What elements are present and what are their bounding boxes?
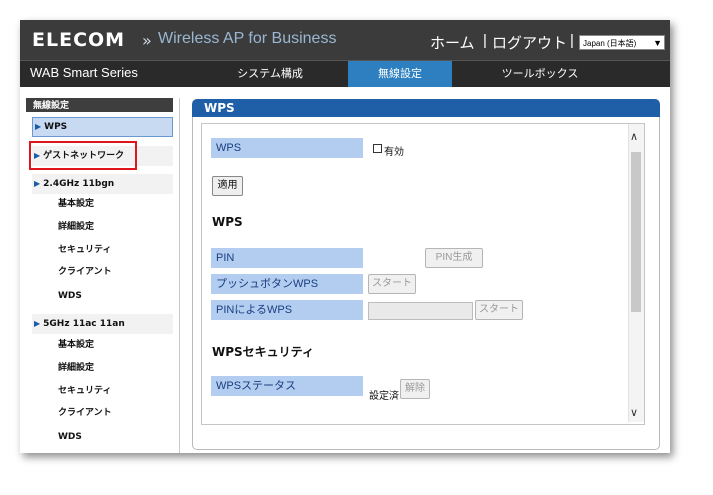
- release-button[interactable]: 解除: [400, 379, 430, 399]
- tab-wireless-settings[interactable]: 無線設定: [348, 61, 452, 87]
- wps-enable-checkbox[interactable]: [373, 144, 382, 153]
- scroll-thumb[interactable]: [631, 152, 641, 312]
- wps-enable-label: 有効: [384, 147, 404, 158]
- series-title: WAB Smart Series: [30, 65, 138, 80]
- push-start-button[interactable]: スタート: [368, 274, 416, 294]
- tab-system-config[interactable]: システム構成: [200, 61, 340, 87]
- sidebar-item-24-wds[interactable]: WDS: [32, 286, 173, 306]
- guest-network-highlight-box: [29, 141, 137, 170]
- sidebar-item-5-client[interactable]: クライアント: [32, 403, 173, 423]
- settings-scroll-area: WPS 有効 適用 WPS PIN PIN生成 プッシュボタンWPS スタート …: [201, 123, 645, 425]
- dropdown-icon: ▼: [653, 38, 662, 48]
- sidebar-item-24ghz[interactable]: ▶ 2.4GHz 11bgn: [32, 174, 173, 194]
- sidebar-item-label: 2.4GHz 11bgn: [43, 179, 115, 189]
- product-title: Wireless AP for Business: [158, 30, 337, 47]
- pin-label: PIN: [211, 248, 363, 268]
- triangle-icon: ▶: [34, 319, 41, 328]
- wps-label: WPS: [211, 138, 363, 158]
- page-title: WPS: [192, 99, 660, 117]
- nav-bar: WAB Smart Series システム構成 無線設定 ツールボックス: [20, 60, 670, 87]
- scrollbar[interactable]: ∧ ∨: [628, 124, 644, 422]
- triangle-icon: ▶: [34, 179, 41, 188]
- sidebar-item-24-security[interactable]: セキュリティ: [32, 240, 173, 260]
- sidebar-item-5-advanced[interactable]: 詳細設定: [32, 358, 173, 378]
- sidebar-item-label: WPS: [44, 122, 68, 132]
- logout-link[interactable]: ログアウト: [492, 32, 567, 53]
- elecom-logo: ELECOM: [32, 29, 126, 51]
- sidebar-item-24-advanced[interactable]: 詳細設定: [32, 217, 173, 237]
- wps-status-value: 設定済: [369, 391, 399, 402]
- header-divider: |: [483, 32, 487, 49]
- language-value: Japan (日本語): [583, 39, 637, 48]
- wps-section-heading: WPS: [212, 215, 243, 229]
- sidebar-item-5-basic[interactable]: 基本設定: [32, 335, 173, 355]
- sidebar-item-5ghz[interactable]: ▶ 5GHz 11ac 11an: [32, 314, 173, 334]
- scroll-up-icon[interactable]: ∧: [630, 130, 638, 143]
- pin-input[interactable]: [368, 302, 473, 320]
- pin-generate-button[interactable]: PIN生成: [425, 248, 483, 268]
- triangle-icon: ▶: [35, 122, 42, 131]
- header-bar: ELECOM » Wireless AP for Business ホーム | …: [20, 20, 670, 60]
- sidebar-item-24-basic[interactable]: 基本設定: [32, 194, 173, 214]
- pin-start-button[interactable]: スタート: [475, 300, 523, 320]
- header-divider: |: [570, 32, 574, 49]
- pin-wps-label: PINによるWPS: [211, 300, 363, 320]
- tab-toolbox[interactable]: ツールボックス: [470, 61, 610, 87]
- sidebar-item-wps[interactable]: ▶ WPS: [32, 117, 173, 137]
- sidebar-item-label: 5GHz 11ac 11an: [43, 319, 125, 329]
- sidebar-header: 無線設定: [26, 98, 173, 112]
- sidebar-item-5-security[interactable]: セキュリティ: [32, 381, 173, 401]
- apply-button[interactable]: 適用: [212, 176, 243, 196]
- sidebar-item-5-wds[interactable]: WDS: [32, 427, 173, 447]
- language-select[interactable]: Japan (日本語) ▼: [579, 35, 665, 50]
- sidebar-item-24-client[interactable]: クライアント: [32, 262, 173, 282]
- scroll-down-icon[interactable]: ∨: [630, 406, 638, 419]
- push-button-wps-label: プッシュボタンWPS: [211, 274, 363, 294]
- wps-status-label: WPSステータス: [211, 376, 363, 396]
- wps-security-heading: WPSセキュリティ: [212, 345, 314, 359]
- chevron-separator-icon: »: [142, 31, 152, 50]
- home-link[interactable]: ホーム: [430, 32, 475, 53]
